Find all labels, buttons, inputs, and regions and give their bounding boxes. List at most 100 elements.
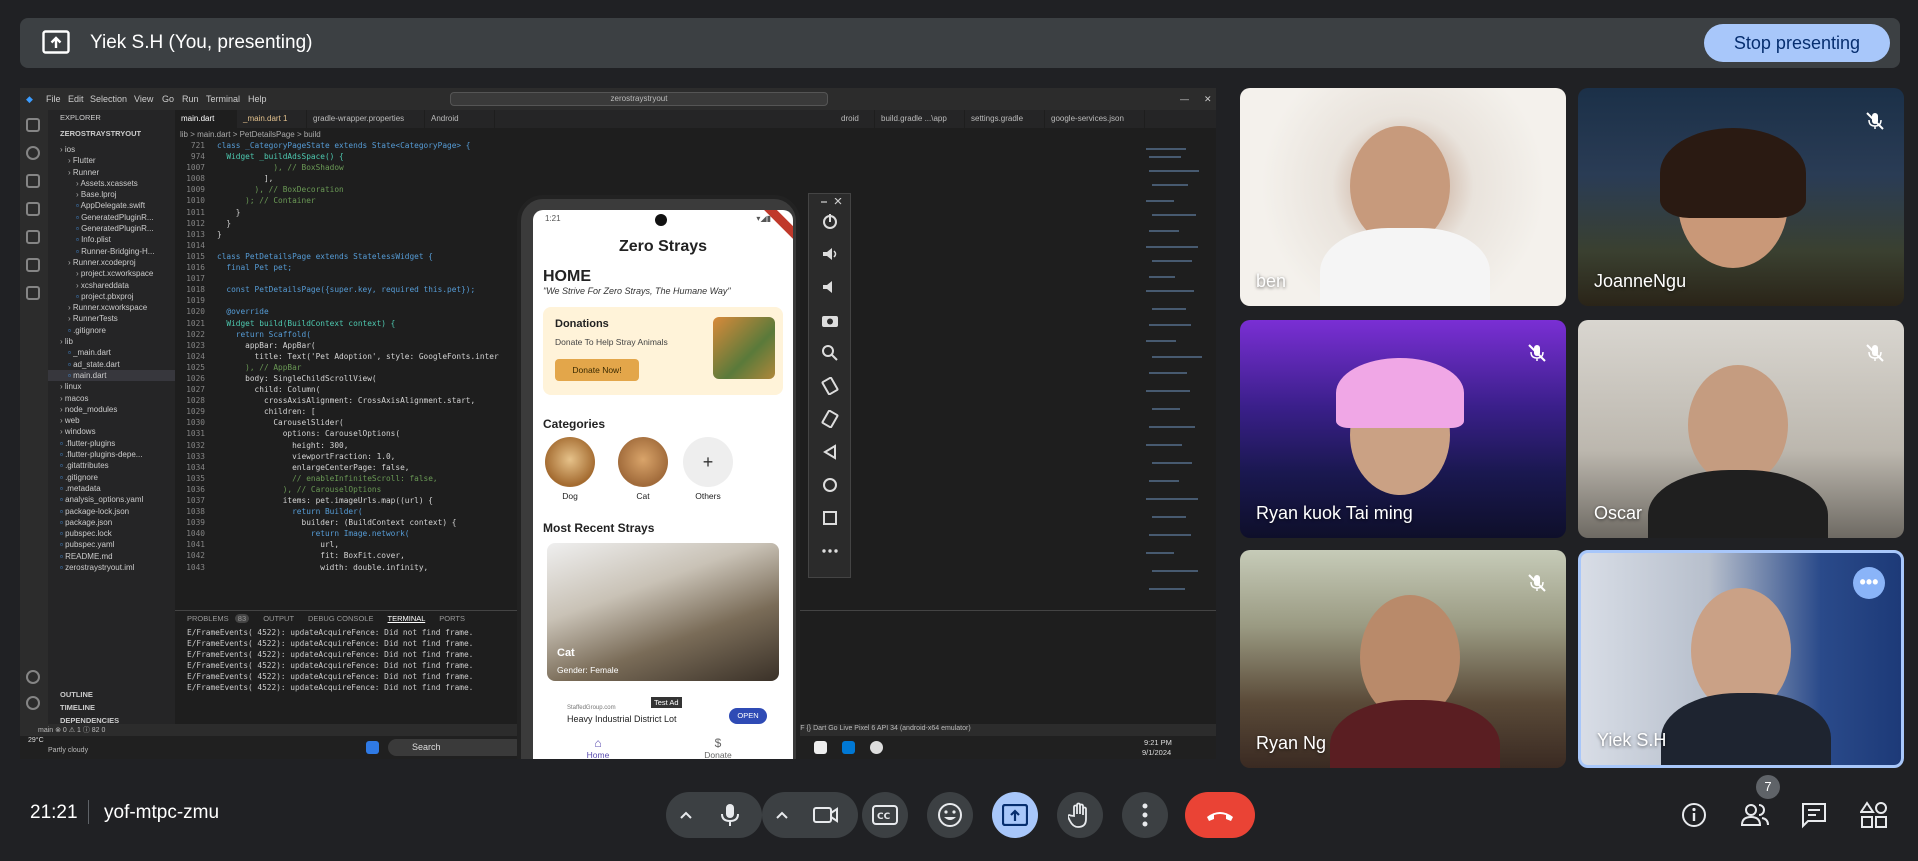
code-line[interactable]: 721 class _CategoryPageState extends Stat… — [175, 140, 1175, 151]
tab-problems[interactable]: PROBLEMS — [187, 614, 229, 623]
close-window-icon[interactable]: ✕ — [1204, 94, 1212, 105]
meeting-code[interactable]: yof-mtpc-zmu — [104, 802, 219, 824]
menu-view[interactable]: View — [134, 94, 153, 104]
search-icon[interactable] — [26, 146, 40, 160]
leave-call-button[interactable] — [1185, 792, 1255, 838]
participant-tile-ryan-ng[interactable]: Ryan Ng — [1240, 550, 1566, 768]
captions-button[interactable]: CC — [862, 792, 908, 838]
menu-file[interactable]: File — [46, 94, 61, 104]
extensions-icon[interactable] — [26, 230, 40, 244]
chat-button[interactable] — [1800, 801, 1828, 829]
home-circle-icon[interactable] — [821, 476, 839, 494]
outline-section[interactable]: OUTLINE — [48, 688, 175, 701]
stray-card[interactable]: Cat Gender: Female — [547, 543, 779, 681]
tree-item[interactable]: ▫ package-lock.json — [48, 506, 175, 517]
tree-item[interactable]: ▫ Runner-Bridging-H... — [48, 246, 175, 257]
menu-terminal[interactable]: Terminal — [206, 94, 240, 104]
tree-item[interactable]: ▫ Info.plist — [48, 234, 175, 245]
tree-item[interactable]: ▫ _main.dart — [48, 347, 175, 358]
more-options-icon[interactable] — [821, 542, 839, 560]
tab-build-gradle[interactable]: build.gradle ...\app — [875, 110, 965, 128]
category-dog[interactable]: Dog — [545, 437, 595, 501]
minimize-icon[interactable]: — — [1180, 94, 1189, 104]
meeting-details-button[interactable] — [1680, 801, 1708, 829]
tree-item[interactable]: ▫ main.dart — [48, 369, 175, 382]
tree-item[interactable]: › Runner.xcodeproj — [48, 257, 175, 268]
tab-output[interactable]: OUTPUT — [263, 614, 294, 623]
tree-item[interactable]: ▫ README.md — [48, 551, 175, 562]
tree-item[interactable]: ▫ ad_state.dart — [48, 359, 175, 370]
tab-settings-gradle[interactable]: settings.gradle — [965, 110, 1045, 128]
tree-item[interactable]: ▫ .metadata — [48, 483, 175, 494]
tree-item[interactable]: ▫ .gitignore — [48, 325, 175, 336]
tab-underscore-main-dart[interactable]: _main.dart 1 — [237, 110, 307, 128]
stop-presenting-button[interactable]: Stop presenting — [1703, 24, 1890, 62]
vscode-taskbar-icon[interactable] — [842, 741, 855, 754]
code-line[interactable]: 1008 ], — [175, 173, 1175, 184]
rotate-right-icon[interactable] — [821, 409, 839, 429]
category-cat[interactable]: Cat — [618, 437, 668, 501]
chevron-up-icon[interactable] — [775, 808, 789, 822]
tree-item[interactable]: ▫ analysis_options.yaml — [48, 494, 175, 505]
donate-now-button[interactable]: Donate Now! — [555, 359, 639, 381]
tree-item[interactable]: › linux — [48, 381, 175, 392]
menu-run[interactable]: Run — [182, 94, 199, 104]
tree-item[interactable]: ▫ .gitignore — [48, 472, 175, 483]
menu-go[interactable]: Go — [162, 94, 174, 104]
tab-terminal[interactable]: TERMINAL — [388, 614, 426, 623]
microphone-icon[interactable] — [720, 803, 740, 827]
code-line[interactable]: 1009 ), // BoxDecoration — [175, 184, 1175, 195]
tree-item[interactable]: › windows — [48, 426, 175, 437]
tab-droid[interactable]: droid — [835, 110, 875, 128]
nav-home[interactable]: ⌂ Home — [563, 736, 633, 759]
tab-android[interactable]: Android — [425, 110, 495, 128]
code-line[interactable]: 974 Widget _buildAdsSpace() { — [175, 151, 1175, 162]
tree-item[interactable]: › lib — [48, 336, 175, 347]
taskbar-search[interactable]: Search — [388, 739, 524, 756]
files-icon[interactable] — [26, 118, 40, 132]
testing-icon[interactable] — [26, 258, 40, 272]
breadcrumb[interactable]: lib > main.dart > PetDetailsPage > build — [180, 130, 321, 139]
tab-ports[interactable]: PORTS — [439, 614, 465, 623]
tree-item[interactable]: ▫ .flutter-plugins-depe... — [48, 449, 175, 460]
flutter-icon[interactable] — [26, 286, 40, 300]
tree-item[interactable]: ▫ AppDelegate.swift — [48, 200, 175, 211]
settings-gear-icon[interactable] — [26, 696, 40, 710]
tab-main-dart[interactable]: main.dart — [175, 110, 237, 128]
tree-item[interactable]: › ios — [48, 144, 175, 155]
chevron-up-icon[interactable] — [679, 808, 693, 822]
tab-debug-console[interactable]: DEBUG CONSOLE — [308, 614, 373, 623]
tree-item[interactable]: ▫ pubspec.yaml — [48, 539, 175, 550]
tree-item[interactable]: ▫ project.pbxproj — [48, 291, 175, 302]
tree-item[interactable]: › Base.lproj — [48, 189, 175, 200]
taskbar-date[interactable]: 9/1/2024 — [1142, 748, 1171, 757]
camera-icon[interactable] — [821, 311, 839, 329]
ad-banner[interactable]: Test Ad StaffedGroup.com Heavy Industria… — [559, 697, 785, 728]
taskbar-time[interactable]: 9:21 PM — [1144, 738, 1172, 747]
volume-down-icon[interactable] — [821, 278, 839, 296]
reactions-button[interactable] — [927, 792, 973, 838]
menu-selection[interactable]: Selection — [90, 94, 127, 104]
rotate-left-icon[interactable] — [821, 376, 839, 396]
tree-item[interactable]: ▫ pubspec.lock — [48, 528, 175, 539]
run-debug-icon[interactable] — [26, 202, 40, 216]
volume-up-icon[interactable] — [821, 245, 839, 263]
raise-hand-button[interactable] — [1057, 792, 1103, 838]
nav-donate[interactable]: $ Donate — [683, 736, 753, 759]
back-icon[interactable] — [821, 443, 839, 461]
tree-item[interactable]: ▫ .flutter-plugins — [48, 438, 175, 449]
people-button[interactable] — [1740, 801, 1769, 829]
tree-item[interactable]: › project.xcworkspace — [48, 268, 175, 279]
tile-more-options-button[interactable]: ••• — [1853, 567, 1885, 599]
tree-item[interactable]: › RunnerTests — [48, 313, 175, 324]
minimap[interactable] — [1144, 140, 1209, 610]
tab-google-services[interactable]: google-services.json — [1045, 110, 1145, 128]
weather-temp[interactable]: 29°C — [28, 737, 44, 744]
app-circle-icon[interactable] — [870, 741, 883, 754]
tree-item[interactable]: › Flutter — [48, 155, 175, 166]
tree-item[interactable]: ▫ zerostraystryout.iml — [48, 562, 175, 573]
video-camera-icon[interactable] — [813, 806, 839, 824]
status-left[interactable]: main ⊗ 0 ⚠ 1 ⓘ 82 0 — [38, 725, 105, 735]
menu-help[interactable]: Help — [248, 94, 267, 104]
ad-open-button[interactable]: OPEN — [729, 708, 767, 724]
